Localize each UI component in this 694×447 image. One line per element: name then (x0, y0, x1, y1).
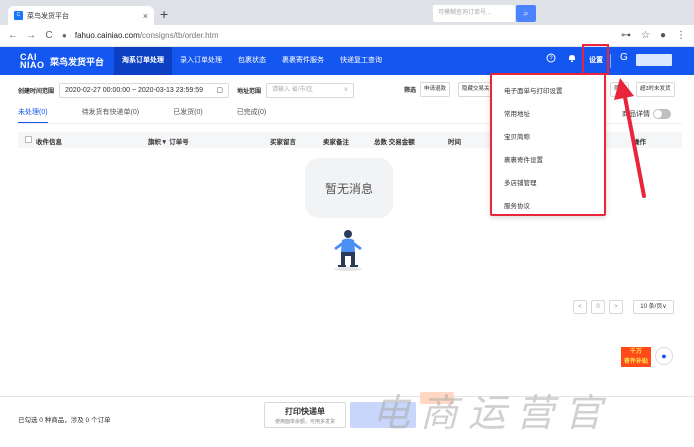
goods-detail-toggle-wrap: 商品详情 (622, 109, 671, 119)
forward-icon[interactable]: → (26, 30, 36, 41)
created-time-label: 创建时间范围 (18, 88, 55, 95)
page-size-select[interactable]: 10 条/页∨ (633, 300, 674, 314)
chevron-down-icon: ∨ (343, 86, 349, 93)
menu-item-service-agreement[interactable]: 服务协议 (504, 200, 530, 210)
browser-tab[interactable]: C 菜鸟发货平台 × (8, 6, 154, 25)
date-range-picker[interactable]: 2020-02-27 00:00:00 ~ 2020-03-13 23:59:5… (59, 82, 230, 98)
back-icon[interactable]: ← (8, 30, 18, 41)
url-host: fahuo.cainiao.com (74, 31, 140, 40)
menu-item-common-address[interactable]: 常用地址 (504, 108, 530, 118)
address-select[interactable]: 请输入 省/市/区 ∨ (266, 82, 355, 98)
user-logo-icon[interactable]: G (620, 52, 628, 63)
chip-hide-closed[interactable]: 隐藏交易关 (458, 82, 494, 97)
user-name-redacted[interactable] (636, 54, 672, 66)
tab-completed[interactable]: 已完成(0) (237, 107, 267, 124)
filter-label: 筛选 (404, 88, 417, 94)
address-range-label: 地址范围 (237, 88, 262, 95)
chip-refund[interactable]: 申请退款 (420, 82, 451, 97)
date-range-value: 2020-02-27 00:00:00 ~ 2020-03-13 23:59:5… (65, 86, 203, 94)
floating-service-icon[interactable]: ● (655, 347, 673, 365)
nav-package-status[interactable]: 包裹状态 (230, 47, 274, 75)
url-path: /consigns/tb/order.htm (139, 31, 219, 40)
tab-pending-with-waybill[interactable]: 待发货有快递单(0) (82, 107, 140, 124)
goods-detail-label: 商品详情 (622, 111, 650, 118)
col-order-no[interactable]: 旗帜▼ 订单号 (148, 136, 189, 146)
header-divider (610, 54, 611, 68)
calendar-icon: ▢ (216, 86, 224, 94)
settings-highlight-box (582, 44, 609, 75)
close-tab-icon[interactable]: × (143, 11, 148, 21)
address-placeholder: 请输入 省/市/区 (272, 86, 314, 93)
selection-summary: 已勾选 0 种商品，涉及 0 个订单 (18, 417, 111, 424)
bookmark-star-icon[interactable]: ☆ (641, 30, 650, 41)
logo-text: 菜鸟发货平台 (50, 56, 105, 67)
nav-guoguo-service[interactable]: 裹裹寄件服务 (274, 47, 332, 75)
chip-filter[interactable]: 筛选 (610, 82, 630, 97)
site-favicon-icon: C (14, 11, 23, 20)
tab-title: 菜鸟发货平台 (27, 12, 69, 20)
select-all-checkbox[interactable] (25, 136, 32, 143)
subsidy-promo-badge[interactable]: 千万 寄件补贴 (621, 347, 651, 367)
logo-mark-bottom: NIAO (20, 60, 45, 70)
current-page[interactable]: 0 (591, 300, 605, 314)
menu-item-multi-store[interactable]: 多店铺管理 (504, 177, 537, 187)
top-nav: 淘系订单处理 录入订单处理 包裹状态 裹裹寄件服务 快递复工查询 (114, 47, 390, 75)
col-buyer-message: 买家留言 (270, 139, 296, 146)
col-recipient: 收件信息 (36, 139, 62, 146)
menu-item-guoguo-settings[interactable]: 裹裹寄件设置 (504, 154, 543, 164)
key-icon[interactable]: ⊶ (621, 30, 631, 41)
order-tabs: 未处理(0) 待发货有快递单(0) 已发货(0) 已完成(0) (18, 107, 300, 124)
notification-icon[interactable] (567, 53, 577, 66)
settings-dropdown-menu: 电子面单与打印设置 常用地址 宝贝简称 裹裹寄件设置 多店铺管理 服务协议 (490, 73, 606, 216)
menu-item-item-alias[interactable]: 宝贝简称 (504, 131, 530, 141)
goods-detail-toggle[interactable] (653, 109, 671, 119)
next-page-button[interactable]: > (609, 300, 623, 314)
col-time: 时间 (448, 139, 461, 146)
reload-icon[interactable]: C (44, 30, 54, 41)
watermark-text: 电商运营官 (372, 391, 613, 435)
browser-menu-icon[interactable]: ⋮ (676, 30, 686, 41)
url-field[interactable]: fahuo.cainiao.com/consigns/tb/order.htm (75, 31, 613, 40)
search-icon[interactable]: ⌕ (516, 5, 536, 22)
col-total-amount: 总数 交易金额 (374, 139, 415, 146)
empty-state-text: 暂无消息 (324, 182, 373, 196)
profile-icon[interactable]: ● (660, 30, 666, 41)
chip-overdue[interactable]: 超3时未发货 (636, 82, 675, 97)
print-waybill-button[interactable]: 打印快递单 使用面单余额，可用多发货 (264, 402, 346, 428)
logo-mark: CAI NIAO (20, 53, 46, 70)
promo-text: 千万 寄件补贴 (623, 349, 648, 365)
new-tab-button[interactable]: + (160, 6, 168, 22)
browser-tabbar: C 菜鸟发货平台 × + (0, 0, 694, 25)
cainiao-logo[interactable]: CAI NIAO 菜鸟发货平台 (0, 53, 105, 70)
prev-page-button[interactable]: < (573, 300, 587, 314)
help-icon[interactable]: ? (546, 53, 556, 66)
col-actions: 操作 (633, 139, 646, 146)
print-button-sublabel: 使用面单余额，可用多发货 (274, 419, 335, 425)
col-seller-note: 卖家备注 (323, 139, 349, 146)
lock-icon: ● (62, 31, 67, 40)
tab-unprocessed[interactable]: 未处理(0) (18, 107, 48, 124)
print-button-label: 打印快递单 (285, 407, 325, 416)
nav-entered-orders[interactable]: 录入订单处理 (172, 47, 230, 75)
tab-shipped[interactable]: 已发货(0) (173, 107, 203, 124)
nav-taobao-orders[interactable]: 淘系订单处理 (114, 47, 173, 75)
empty-person-illustration-icon (334, 230, 362, 271)
nav-express-query[interactable]: 快递复工查询 (332, 47, 390, 75)
order-search-input[interactable]: 可模糊查询订单号... (433, 5, 515, 22)
menu-item-waybill-print-settings[interactable]: 电子面单与打印设置 (504, 85, 563, 95)
